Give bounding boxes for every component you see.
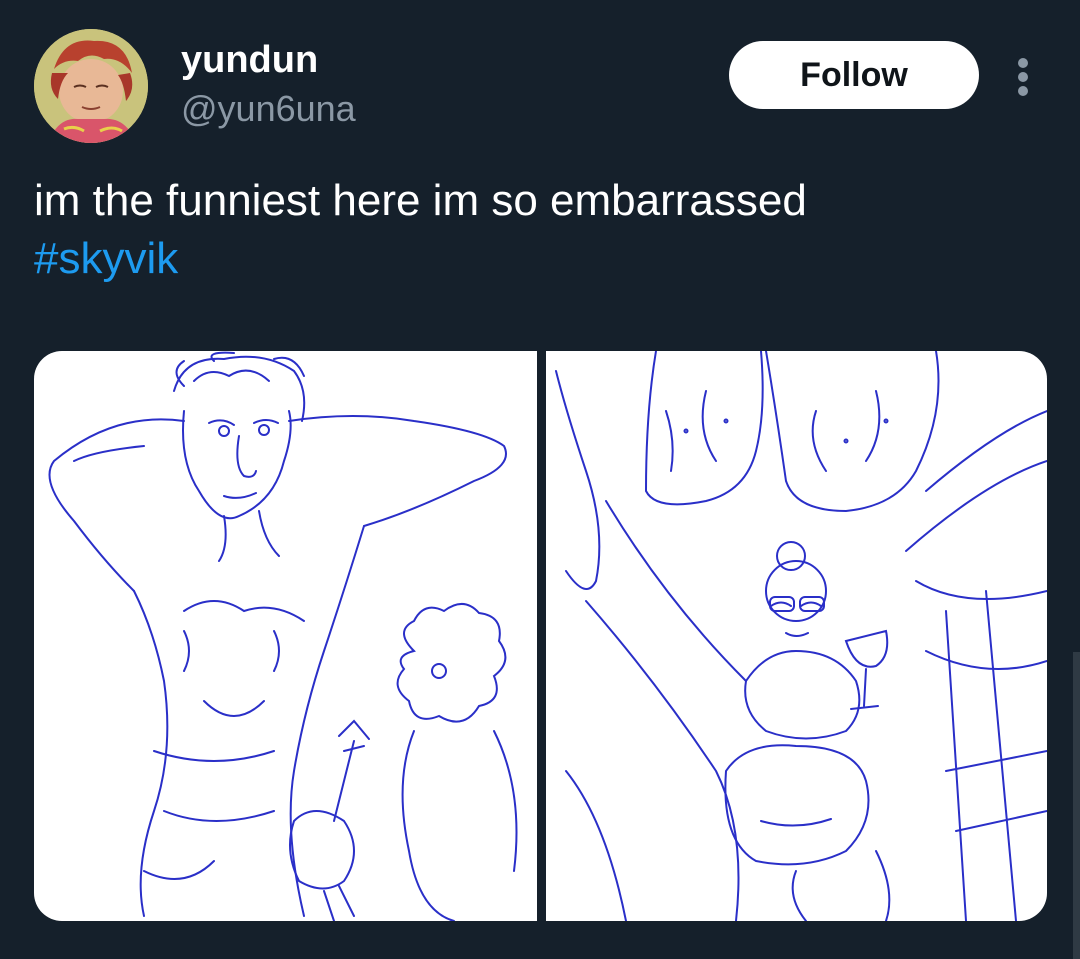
hashtag-link[interactable]: #skyvik: [34, 230, 178, 288]
avatar[interactable]: [34, 29, 148, 143]
tweet: yundun @yun6una Follow im the funniest h…: [0, 0, 1080, 959]
display-name[interactable]: yundun: [181, 38, 318, 82]
media-image-right[interactable]: [546, 351, 1047, 921]
sketch-drawing-right: [555, 351, 1047, 921]
avatar-illustration-icon: [34, 29, 148, 143]
user-handle[interactable]: @yun6una: [181, 87, 356, 131]
sketch-drawing-left: [48, 351, 518, 921]
tweet-text: im the funniest here im so embarrassed #…: [34, 172, 1044, 288]
media-grid: [34, 351, 1047, 921]
follow-button[interactable]: Follow: [729, 41, 979, 109]
media-image-left[interactable]: [34, 351, 537, 921]
scroll-edge: [1073, 652, 1080, 959]
tweet-body: im the funniest here im so embarrassed: [34, 176, 807, 225]
tweet-header: yundun @yun6una Follow: [0, 0, 1080, 150]
more-vertical-icon[interactable]: [1008, 52, 1038, 100]
